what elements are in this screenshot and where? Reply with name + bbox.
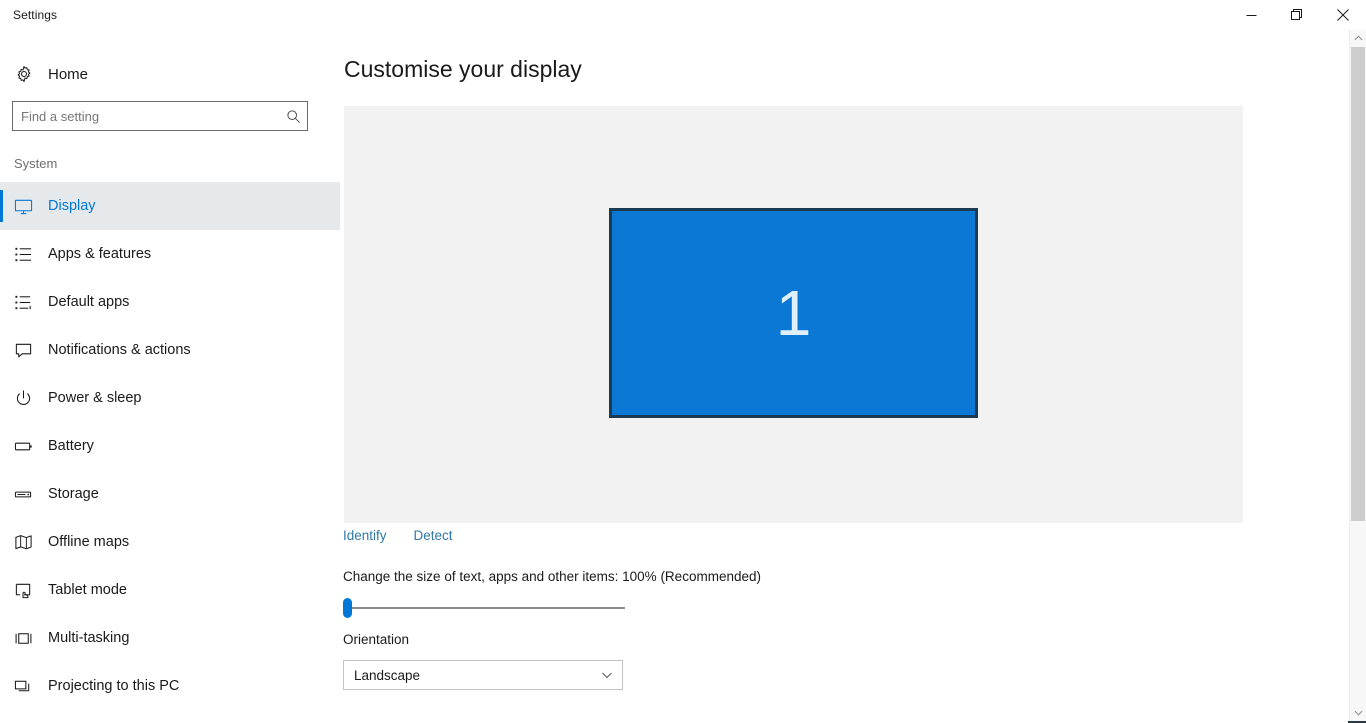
sidebar-item-label: Notifications & actions: [48, 342, 191, 358]
orientation-label: Orientation: [343, 632, 410, 647]
sidebar-nav-list: Display Apps & features Default apps Not…: [0, 182, 340, 710]
sidebar-item-offline-maps[interactable]: Offline maps: [0, 518, 340, 566]
settings-window: Settings Home Find a setting System Disp…: [0, 0, 1366, 723]
sidebar-item-label: Projecting to this PC: [48, 678, 180, 694]
sidebar-item-label: Tablet mode: [48, 582, 127, 598]
monitor-number-label: 1: [775, 277, 812, 349]
display-actions: Identify Detect: [343, 528, 453, 543]
monitor-preview-1[interactable]: 1: [609, 208, 978, 418]
sidebar-item-power-sleep[interactable]: Power & sleep: [0, 374, 340, 422]
sidebar-item-apps-features[interactable]: Apps & features: [0, 230, 340, 278]
display-preview-panel: 1: [344, 106, 1243, 523]
sidebar-item-label: Multi-tasking: [48, 630, 130, 646]
slider-thumb[interactable]: [343, 598, 352, 618]
sidebar-item-multi-tasking[interactable]: Multi-tasking: [0, 614, 340, 662]
title-bar: Settings: [0, 0, 1366, 30]
sidebar-item-storage[interactable]: Storage: [0, 470, 340, 518]
sidebar-item-label: Offline maps: [48, 534, 130, 550]
orientation-selected-value: Landscape: [354, 667, 421, 683]
window-title: Settings: [13, 8, 58, 22]
sidebar-item-label: Display: [48, 198, 96, 214]
sidebar-item-projecting-to-this-pc[interactable]: Projecting to this PC: [0, 662, 340, 710]
search-box[interactable]: [12, 101, 308, 131]
sidebar-item-display[interactable]: Display: [0, 182, 340, 230]
search-icon[interactable]: [279, 102, 307, 130]
sidebar-item-label: Power & sleep: [48, 390, 142, 406]
orientation-dropdown[interactable]: Landscape: [343, 660, 623, 690]
sidebar-item-battery[interactable]: Battery: [0, 422, 340, 470]
gear-icon: [0, 65, 48, 83]
scale-label: Change the size of text, apps and other …: [343, 569, 761, 584]
restore-button[interactable]: [1274, 0, 1320, 30]
slider-track[interactable]: [351, 607, 625, 609]
home-label: Home: [48, 65, 89, 83]
scrollbar-down-arrow-icon[interactable]: [1350, 704, 1366, 721]
page-title: Customise your display: [344, 56, 582, 82]
main-content: Customise your display 1 Identify Detect…: [340, 30, 1348, 723]
close-button[interactable]: [1320, 0, 1366, 30]
search-input[interactable]: [13, 102, 279, 130]
sidebar-item-notifications-actions[interactable]: Notifications & actions: [0, 326, 340, 374]
project-screen-icon: [14, 677, 48, 696]
sidebar-item-label: Default apps: [48, 294, 130, 310]
sidebar-item-label: Battery: [48, 438, 94, 454]
vertical-scrollbar[interactable]: [1349, 30, 1366, 721]
scale-slider[interactable]: [343, 596, 625, 620]
list-icon: [14, 245, 48, 264]
scrollbar-thumb[interactable]: [1351, 47, 1365, 521]
sidebar-group-label: System: [14, 156, 58, 171]
sidebar-item-tablet-mode[interactable]: Tablet mode: [0, 566, 340, 614]
sidebar-item-home[interactable]: Home: [0, 54, 320, 94]
chevron-down-icon[interactable]: [592, 669, 622, 681]
speech-bubble-icon: [14, 341, 48, 360]
identify-link[interactable]: Identify: [343, 528, 387, 543]
scrollbar-up-arrow-icon[interactable]: [1350, 30, 1366, 47]
list-arrow-icon: [14, 293, 48, 312]
multitask-icon: [14, 629, 48, 648]
drive-icon: [14, 485, 48, 504]
detect-link[interactable]: Detect: [414, 528, 453, 543]
tablet-touch-icon: [14, 581, 48, 600]
sidebar-item-label: Apps & features: [48, 246, 152, 262]
sidebar-item-label: Storage: [48, 486, 99, 502]
map-download-icon: [14, 533, 48, 552]
monitor-icon: [14, 197, 48, 216]
minimize-button[interactable]: [1228, 0, 1274, 30]
battery-icon: [14, 437, 48, 456]
power-icon: [14, 389, 48, 408]
sidebar: Home System Displ: [0, 30, 340, 723]
sidebar-item-default-apps[interactable]: Default apps: [0, 278, 340, 326]
